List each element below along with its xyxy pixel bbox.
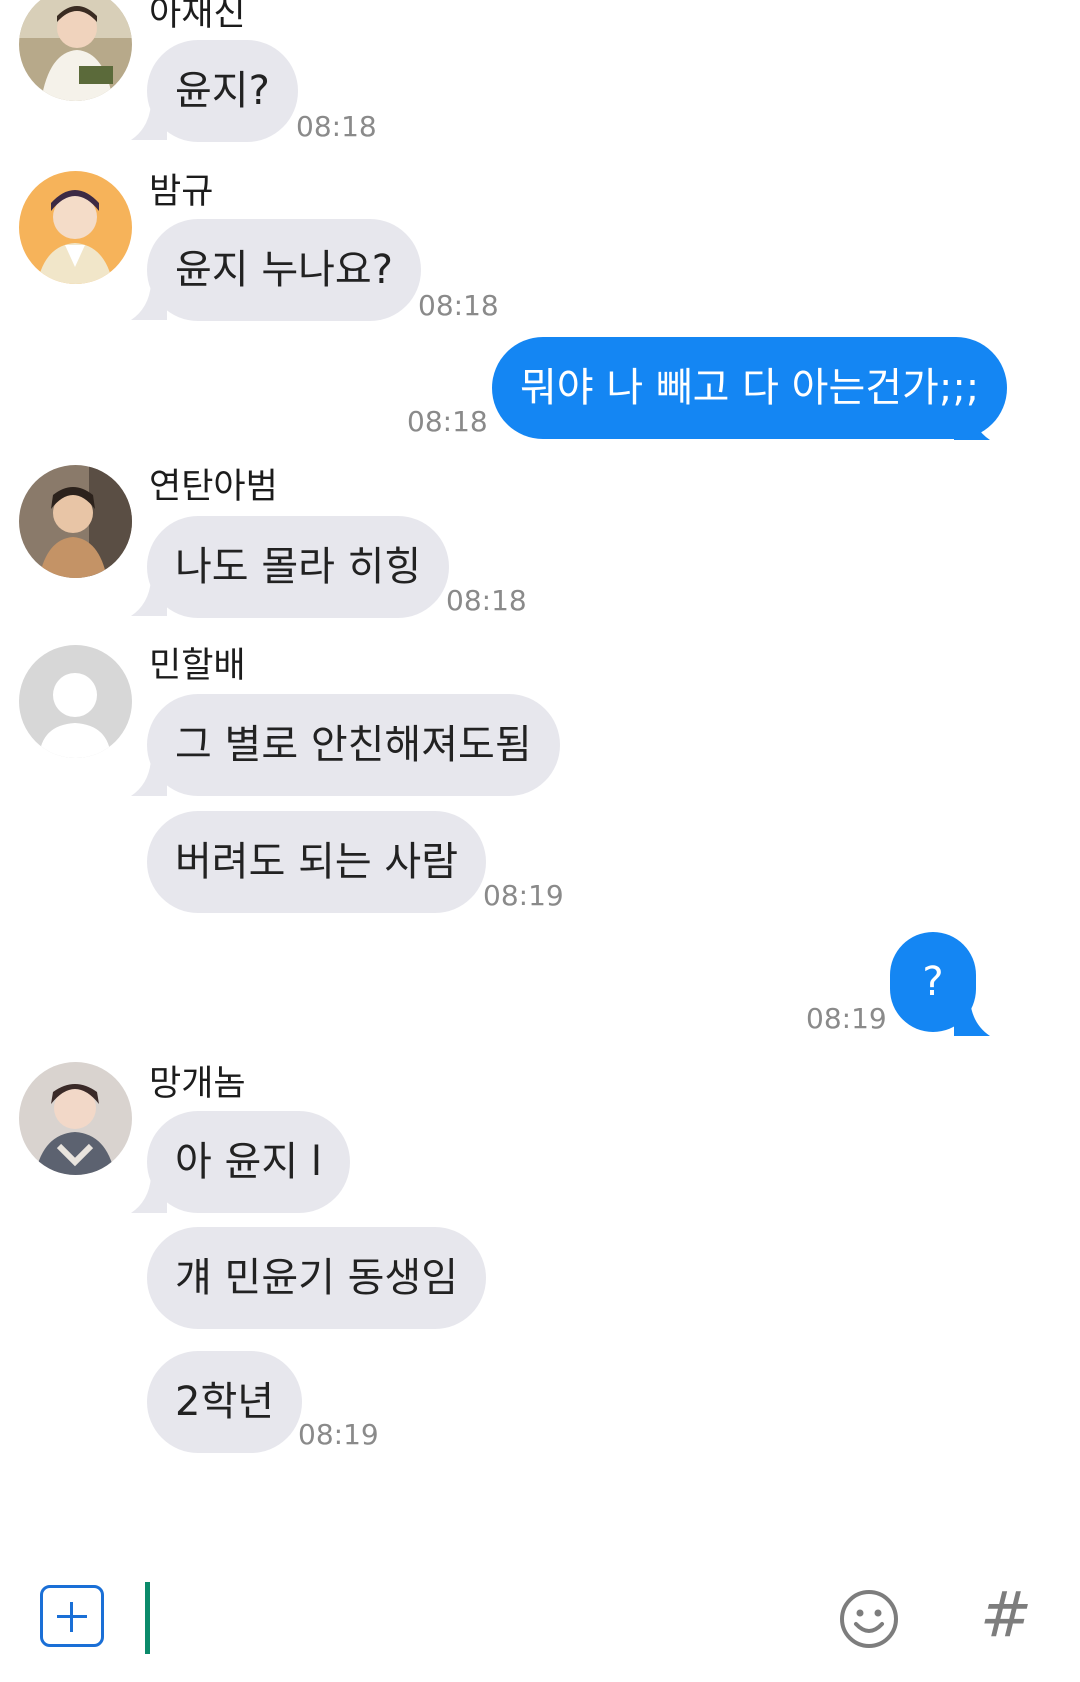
- message-bubble[interactable]: 아 윤지 l: [147, 1111, 350, 1213]
- avatar-yeontan-abeom[interactable]: [19, 465, 132, 578]
- my-message-bubble[interactable]: ?: [890, 932, 976, 1032]
- message-time: 08:19: [298, 1418, 379, 1451]
- message-time: 08:18: [418, 289, 499, 322]
- avatar-placeholder[interactable]: [19, 645, 132, 758]
- emoji-icon[interactable]: [838, 1588, 900, 1650]
- text-cursor: [145, 1582, 150, 1654]
- sender-name: 밤규: [149, 172, 214, 212]
- message-bubble[interactable]: 나도 몰라 히힝: [147, 516, 450, 618]
- message-bubble[interactable]: 걔 민윤기 동생임: [147, 1227, 487, 1329]
- sender-name: 연탄아범: [149, 467, 278, 507]
- chat-thread[interactable]: 아재신 윤지? 08:18 밤규 윤지 누나요? 08:18 08:18 뭐야 …: [0, 0, 1080, 1548]
- sender-name: 민할배: [149, 646, 246, 686]
- message-time: 08:18: [446, 584, 527, 617]
- message-time: 08:19: [806, 1002, 887, 1035]
- message-bubble[interactable]: 윤지?: [147, 40, 298, 142]
- avatar-manggaenom[interactable]: [19, 1062, 132, 1175]
- avatar-bamgyu[interactable]: [19, 171, 132, 284]
- hashtag-button[interactable]: #: [978, 1578, 1034, 1652]
- add-attachment-button[interactable]: [40, 1585, 104, 1647]
- message-time: 08:18: [296, 110, 377, 143]
- sender-name: 아재신: [149, 0, 246, 34]
- message-time: 08:18: [407, 405, 488, 438]
- sender-name: 망개놈: [149, 1064, 246, 1104]
- message-bubble[interactable]: 버려도 되는 사람: [147, 811, 487, 913]
- message-bubble[interactable]: 윤지 누나요?: [147, 219, 421, 321]
- message-bubble[interactable]: 그 별로 안친해져도됨: [147, 694, 560, 796]
- message-time: 08:19: [483, 879, 564, 912]
- avatar-ajaesin[interactable]: [19, 0, 132, 101]
- message-input[interactable]: [160, 1580, 804, 1658]
- message-composer: #: [0, 1548, 1080, 1682]
- message-bubble[interactable]: 2학년: [147, 1351, 303, 1453]
- my-message-bubble[interactable]: 뭐야 나 빼고 다 아는건가;;;: [492, 337, 1008, 439]
